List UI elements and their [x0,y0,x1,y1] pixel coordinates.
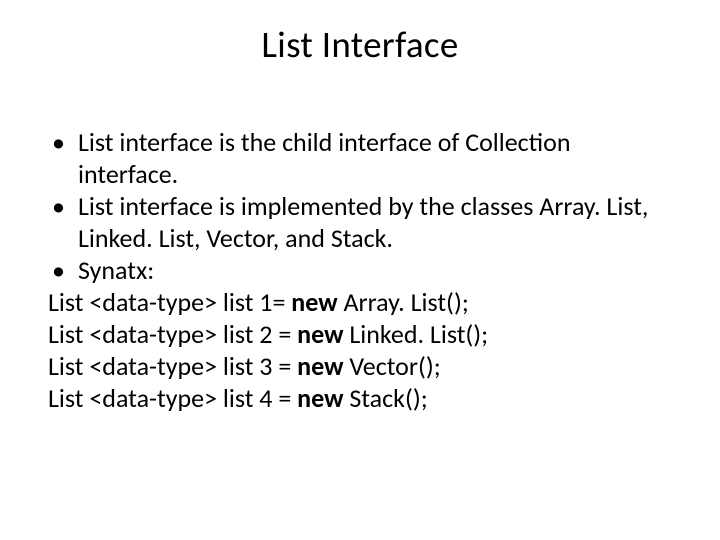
code-text: Linked. List(); [349,318,488,350]
code-text: Stack(); [349,382,427,414]
code-line: List <data-type> list 3 = new Vector(); [48,351,672,383]
bullet-dot-icon: • [48,191,78,223]
code-keyword: new [297,318,349,350]
code-line: List <data-type> list 1= new Array. List… [48,287,672,319]
bullet-item: • List interface is the child interface … [48,127,672,191]
code-keyword: new [291,286,343,318]
code-line: List <data-type> list 2 = new Linked. Li… [48,319,672,351]
bullet-item: • List interface is implemented by the c… [48,191,672,255]
code-keyword: new [297,350,349,382]
slide: List Interface • List interface is the c… [0,0,720,540]
bullet-dot-icon: • [48,127,78,159]
bullet-text: Synatx: [78,255,672,287]
bullet-text: List interface is the child interface of… [78,127,672,191]
code-text: Array. List(); [343,286,468,318]
code-keyword: new [297,382,349,414]
bullet-dot-icon: • [48,255,78,287]
code-text: List <data-type> list 2 = [48,318,297,350]
bullet-text: List interface is implemented by the cla… [78,191,672,255]
slide-body: • List interface is the child interface … [48,127,672,415]
slide-title: List Interface [48,22,672,67]
code-text: Vector(); [349,350,440,382]
code-text: List <data-type> list 4 = [48,382,297,414]
code-text: List <data-type> list 3 = [48,350,297,382]
code-line: List <data-type> list 4 = new Stack(); [48,383,672,415]
bullet-item: • Synatx: [48,255,672,287]
code-text: List <data-type> list 1= [48,286,291,318]
